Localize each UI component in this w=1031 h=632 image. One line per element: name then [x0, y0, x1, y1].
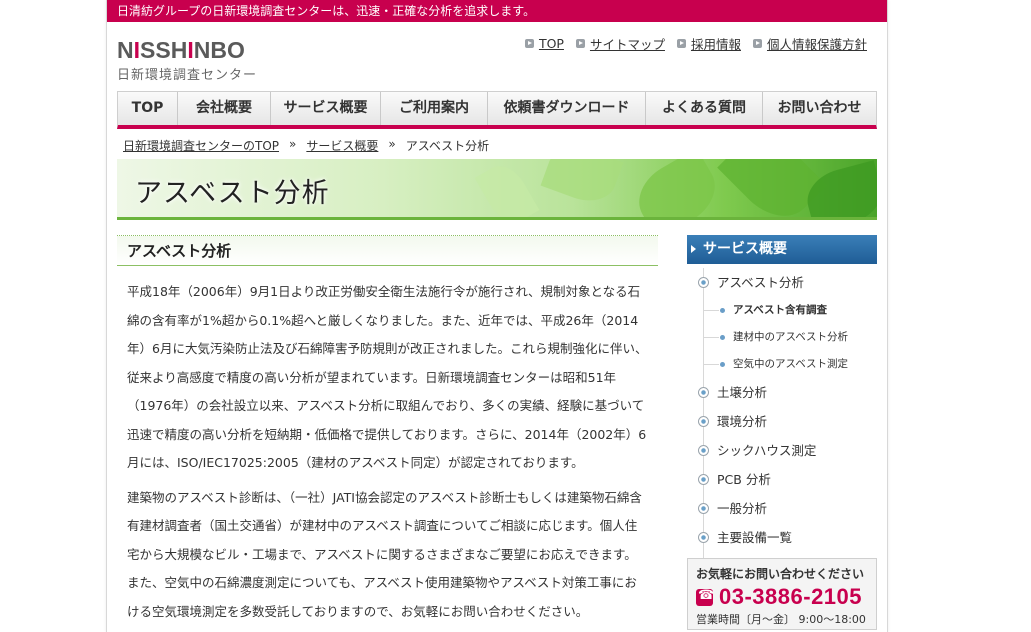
- utility-links: TOP サイトマップ 採用情報 個人情報保護方針: [524, 34, 867, 53]
- sidebar-title[interactable]: サービス概要: [687, 235, 877, 264]
- tagline-bar: 日清紡グループの日新環境調査センターは、迅速・正確な分析を追求します。: [107, 0, 887, 22]
- sidebar-tree: アスベスト分析 アスベスト含有調査 建材中のアスベスト分析 空気中のアスベスト測…: [687, 268, 877, 568]
- nav-item-guide[interactable]: ご利用案内: [381, 92, 488, 125]
- bullet-icon: [698, 532, 709, 543]
- bullet-icon: [698, 503, 709, 514]
- util-link-recruit[interactable]: 採用情報: [676, 34, 741, 53]
- sidebar-item-asbestos-content[interactable]: アスベスト含有調査: [687, 297, 877, 324]
- bullet-icon: [698, 387, 709, 398]
- contact-banner[interactable]: お気軽にお問い合わせください 03-3886-2105 営業時間〔月～金〕 9:…: [687, 558, 877, 630]
- leaf-decoration: [474, 159, 540, 217]
- section-title: アスベスト分析: [117, 235, 658, 266]
- phone-icon: [696, 588, 714, 606]
- bullet-icon: [720, 308, 725, 313]
- leaf-decoration: [540, 159, 624, 210]
- tree-branch: [703, 337, 719, 338]
- sidebar-item-asbestos[interactable]: アスベスト分析: [687, 268, 877, 297]
- main-content: アスベスト分析 平成18年（2006年）9月1日より改正労働安全衛生法施行令が施…: [117, 235, 658, 626]
- nav-item-services[interactable]: サービス概要: [271, 92, 381, 125]
- util-link-top[interactable]: TOP: [524, 34, 564, 53]
- global-nav: TOP 会社概要 サービス概要 ご利用案内 依頼書ダウンロード よくある質問 お…: [117, 91, 877, 129]
- tree-branch: [703, 364, 719, 365]
- bullet-icon: [698, 416, 709, 427]
- logo-brand: NISSHINBO: [117, 38, 257, 62]
- breadcrumb-home[interactable]: 日新環境調査センターのTOP: [123, 137, 279, 154]
- logo-subtitle: 日新環境調査センター: [117, 68, 258, 83]
- sidebar: サービス概要 アスベスト分析 アスベスト含有調査 建材中のアスベスト分析 空気中…: [687, 235, 877, 568]
- bullet-icon: [698, 445, 709, 456]
- arrow-square-icon: [575, 39, 585, 48]
- sidebar-item-equipment[interactable]: 主要設備一覧: [687, 523, 877, 552]
- sidebar-item-asbestos-air[interactable]: 空気中のアスベスト測定: [687, 351, 877, 378]
- diagnosis-paragraph: 建築物のアスベスト診断は、（一社）JATI協会認定のアスベスト診断士もしくは建築…: [127, 489, 642, 619]
- hero-title: アスベスト分析: [135, 178, 330, 209]
- phone-number[interactable]: 03-3886-2105: [719, 584, 862, 610]
- breadcrumb-separator: »: [388, 137, 396, 151]
- arrow-square-icon: [524, 39, 534, 48]
- sidebar-item-soil[interactable]: 土壌分析: [687, 378, 877, 407]
- nav-item-company[interactable]: 会社概要: [178, 92, 271, 125]
- logo[interactable]: NISSHINBO 日新環境調査センター: [117, 38, 257, 83]
- nav-item-faq[interactable]: よくある質問: [646, 92, 763, 125]
- tree-branch: [703, 310, 719, 311]
- hero-banner: アスベスト分析: [117, 159, 877, 220]
- bullet-icon: [698, 277, 709, 288]
- contact-title: お気軽にお問い合わせください: [696, 567, 865, 581]
- sidebar-item-environment[interactable]: 環境分析: [687, 407, 877, 436]
- util-link-privacy[interactable]: 個人情報保護方針: [752, 34, 867, 53]
- bullet-icon: [720, 362, 725, 367]
- contact-phone-row: 03-3886-2105: [696, 584, 868, 610]
- intro-paragraph: 平成18年（2006年）9月1日より改正労働安全衛生法施行令が施行され、規制対象…: [127, 284, 648, 470]
- business-hours: 営業時間〔月～金〕 9:00～18:00: [696, 613, 866, 626]
- util-link-sitemap[interactable]: サイトマップ: [575, 34, 665, 53]
- bullet-icon: [720, 335, 725, 340]
- arrow-square-icon: [676, 39, 686, 48]
- sidebar-item-sickhouse[interactable]: シックハウス測定: [687, 436, 877, 465]
- sidebar-item-asbestos-material[interactable]: 建材中のアスベスト分析: [687, 324, 877, 351]
- page-container: 日清紡グループの日新環境調査センターは、迅速・正確な分析を追求します。 NISS…: [106, 0, 888, 632]
- tagline-text: 日清紡グループの日新環境調査センターは、迅速・正確な分析を追求します。: [117, 4, 536, 18]
- sidebar-item-pcb[interactable]: PCB 分析: [687, 465, 877, 494]
- breadcrumb-current: アスベスト分析: [405, 139, 490, 153]
- nav-item-top[interactable]: TOP: [118, 92, 178, 125]
- leaf-decoration: [801, 160, 877, 217]
- bullet-icon: [698, 474, 709, 485]
- breadcrumb-parent[interactable]: サービス概要: [306, 137, 378, 154]
- leaf-decoration: [627, 159, 727, 217]
- nav-item-contact[interactable]: お問い合わせ: [763, 92, 876, 125]
- logo-brand-text: NISSHINBO: [117, 37, 245, 63]
- nav-item-download[interactable]: 依頼書ダウンロード: [488, 92, 646, 125]
- breadcrumb: 日新環境調査センターのTOP » サービス概要 » アスベスト分析: [123, 137, 489, 154]
- sidebar-item-general[interactable]: 一般分析: [687, 494, 877, 523]
- breadcrumb-separator: »: [289, 137, 297, 151]
- arrow-square-icon: [752, 39, 762, 48]
